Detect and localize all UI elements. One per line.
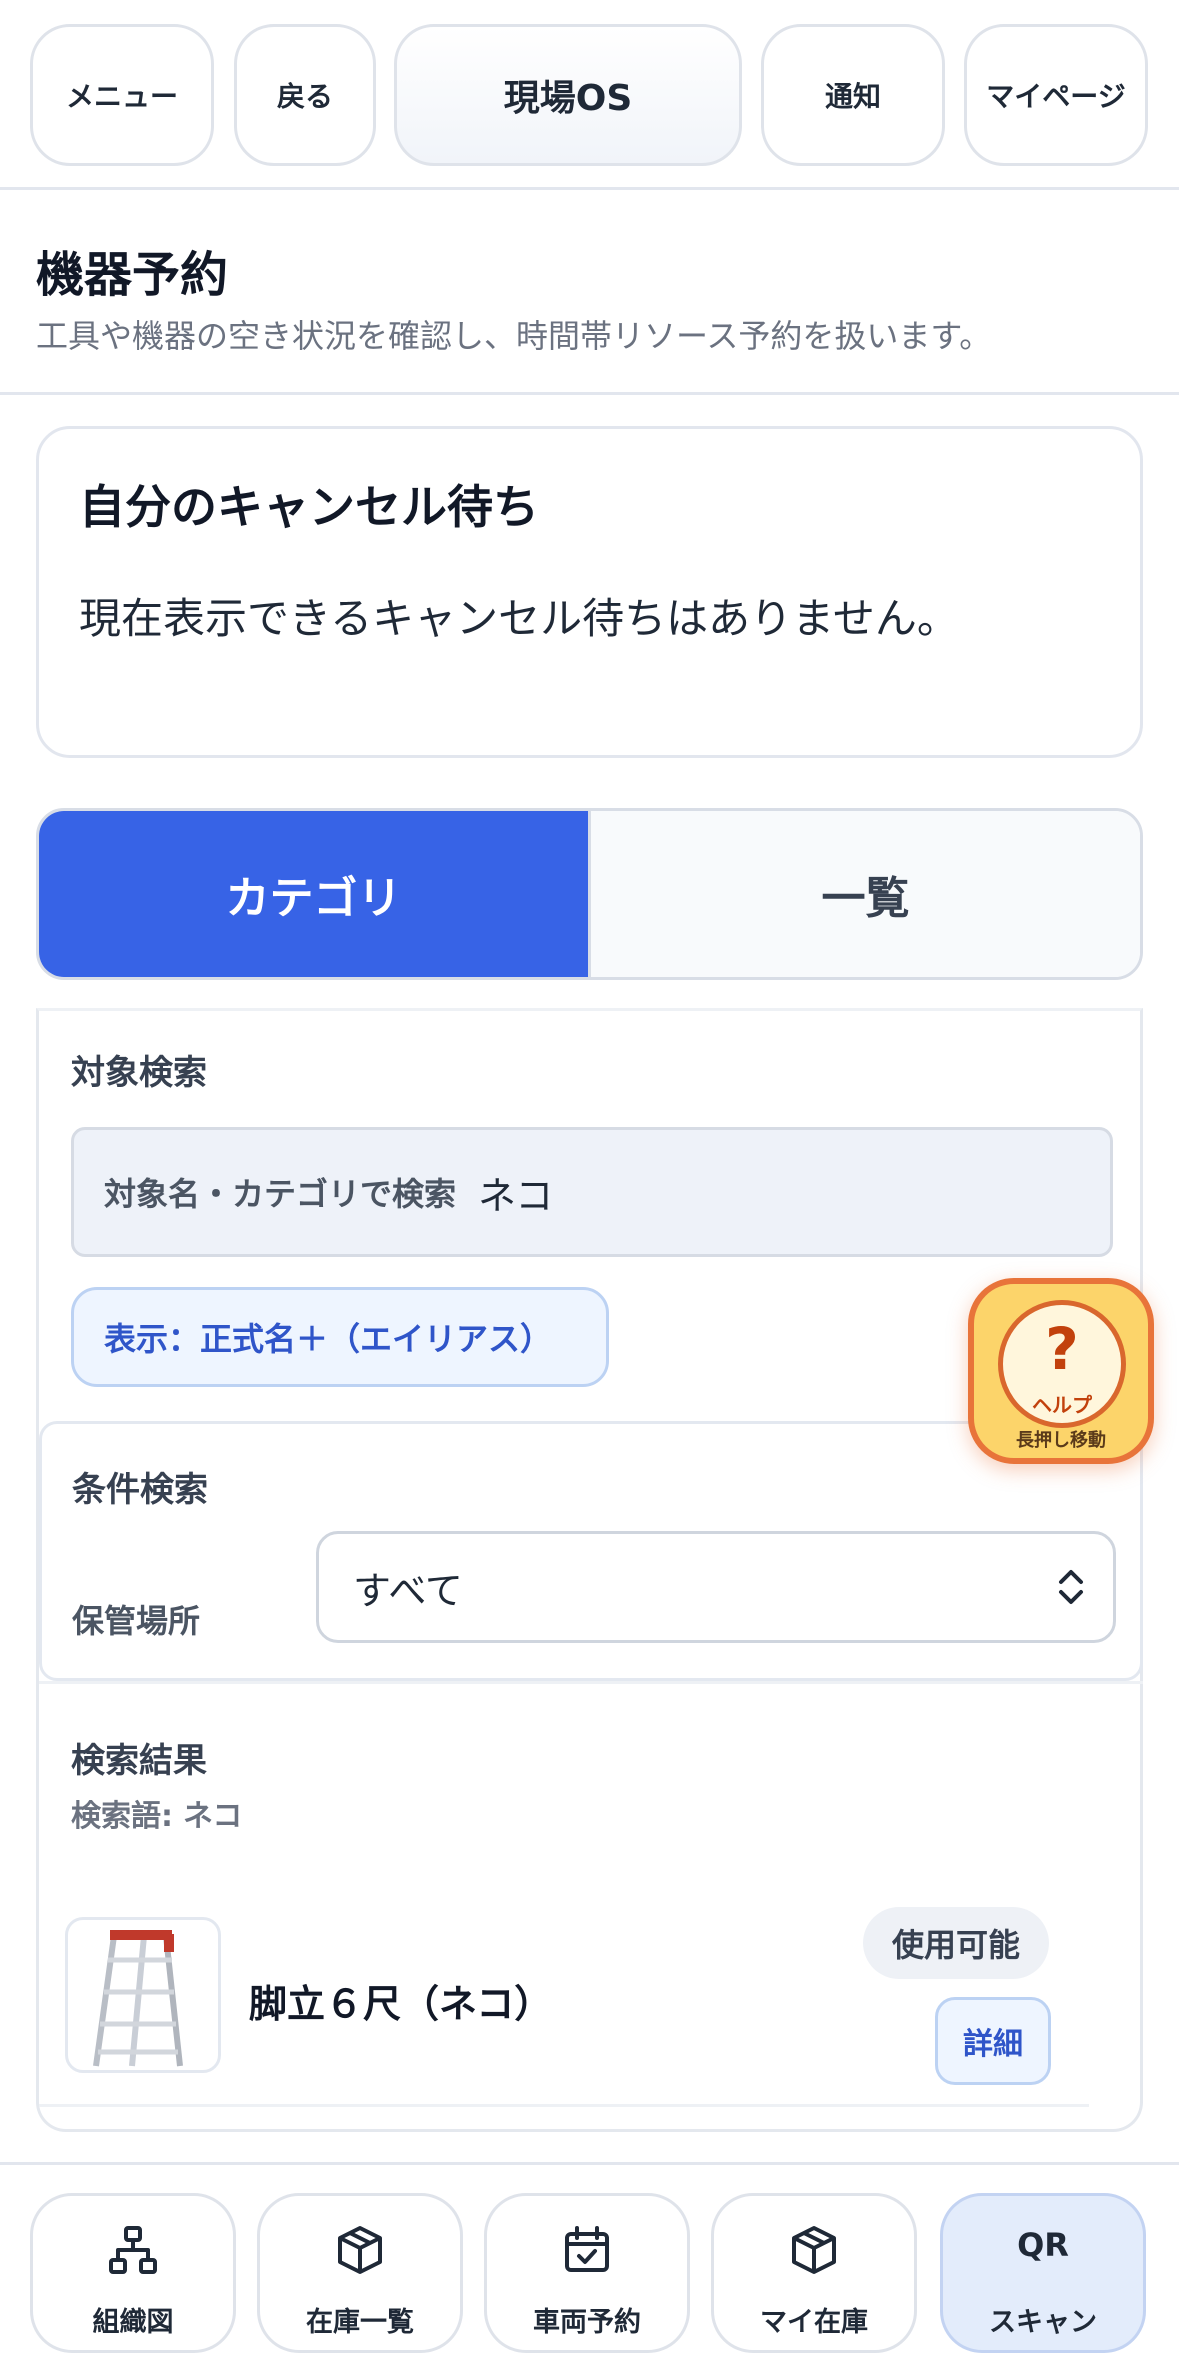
brand-button[interactable]: 現場OS (394, 24, 742, 166)
nav-my-inventory-label: マイ在庫 (760, 2307, 868, 2338)
waitlist-message: 現在表示できるキャンセル待ちはありません。 (79, 594, 959, 643)
box-icon (714, 2224, 914, 2276)
nav-inventory-list-label: 在庫一覧 (306, 2307, 414, 2338)
tab-list[interactable]: 一覧 (588, 811, 1140, 977)
nav-org-chart-label: 組織図 (92, 2307, 174, 2338)
nav-qr-scan-label: スキャン (989, 2307, 1097, 2338)
search-input[interactable]: 対象名・カテゴリで検索 ネコ (71, 1127, 1113, 1257)
storage-location-value: すべて (353, 1568, 463, 1613)
waitlist-card: 自分のキャンセル待ち 現在表示できるキャンセル待ちはありません。 (36, 426, 1143, 758)
search-term-label: 検索語: (71, 1799, 173, 1834)
help-icon: ? ヘルプ (998, 1300, 1126, 1428)
search-field-label: 対象名・カテゴリで検索 (104, 1175, 457, 1213)
search-value: ネコ (478, 1173, 554, 1218)
nav-qr-scan[interactable]: QR スキャン (940, 2193, 1146, 2353)
nav-org-chart[interactable]: 組織図 (30, 2193, 236, 2353)
search-term-value: ネコ (183, 1799, 243, 1834)
help-button[interactable]: ? ヘルプ 長押し移動 (968, 1278, 1154, 1464)
divider (39, 1681, 1143, 1684)
item-name: 脚立６尺（ネコ） (249, 1982, 553, 2026)
waitlist-title: 自分のキャンセル待ち (79, 480, 539, 534)
search-panel: 対象検索 対象名・カテゴリで検索 ネコ 表示：正式名＋（エイリアス） 条件検索 … (36, 1008, 1143, 2132)
storage-location-label: 保管場所 (72, 1602, 201, 1640)
nav-vehicle-reservation-label: 車両予約 (533, 2307, 641, 2338)
menu-button[interactable]: メニュー (30, 24, 214, 166)
page-header: 機器予約 工具や機器の空き状況を確認し、時間帯リソース予約を扱います。 (0, 193, 1179, 395)
nav-my-inventory[interactable]: マイ在庫 (711, 2193, 917, 2353)
ladder-image (65, 1917, 221, 2073)
condition-search-card: 条件検索 保管場所 すべて (39, 1421, 1143, 1681)
status-badge: 使用可能 (863, 1907, 1049, 1979)
tab-category[interactable]: カテゴリ (39, 811, 588, 977)
page-title: 機器予約 (36, 247, 229, 303)
page-subtitle: 工具や機器の空き状況を確認し、時間帯リソース予約を扱います。 (36, 317, 992, 355)
storage-location-select[interactable]: すべて (316, 1531, 1116, 1643)
back-button[interactable]: 戻る (234, 24, 376, 166)
calendar-check-icon (487, 2224, 687, 2276)
results-label: 検索結果 (71, 1741, 207, 1781)
detail-button[interactable]: 詳細 (935, 1997, 1051, 2085)
box-icon (260, 2224, 460, 2276)
qr-text: QR (1017, 2226, 1069, 2264)
view-tabs: カテゴリ 一覧 (36, 808, 1143, 980)
org-chart-icon (33, 2224, 233, 2276)
notify-button[interactable]: 通知 (761, 24, 945, 166)
help-hint: 長押し移動 (1016, 1430, 1106, 1451)
display-mode-button[interactable]: 表示：正式名＋（エイリアス） (71, 1287, 609, 1387)
mypage-button[interactable]: マイページ (964, 24, 1148, 166)
target-search-label: 対象検索 (71, 1053, 207, 1093)
top-nav: メニュー 戻る 現場OS 通知 マイページ (0, 0, 1179, 190)
nav-vehicle-reservation[interactable]: 車両予約 (484, 2193, 690, 2353)
bottom-nav: 組織図 在庫一覧 車両予約 マイ在庫 QR スキャン (0, 2162, 1179, 2379)
updown-chevron-icon (1057, 1566, 1085, 1617)
search-term: 検索語: ネコ (71, 1791, 242, 1835)
condition-search-label: 条件検索 (72, 1470, 208, 1510)
question-mark-icon: ? (1045, 1315, 1079, 1383)
result-item[interactable]: 脚立６尺（ネコ） 使用可能 詳細 (39, 1871, 1089, 2107)
nav-inventory-list[interactable]: 在庫一覧 (257, 2193, 463, 2353)
help-label: ヘルプ (1032, 1393, 1092, 1417)
